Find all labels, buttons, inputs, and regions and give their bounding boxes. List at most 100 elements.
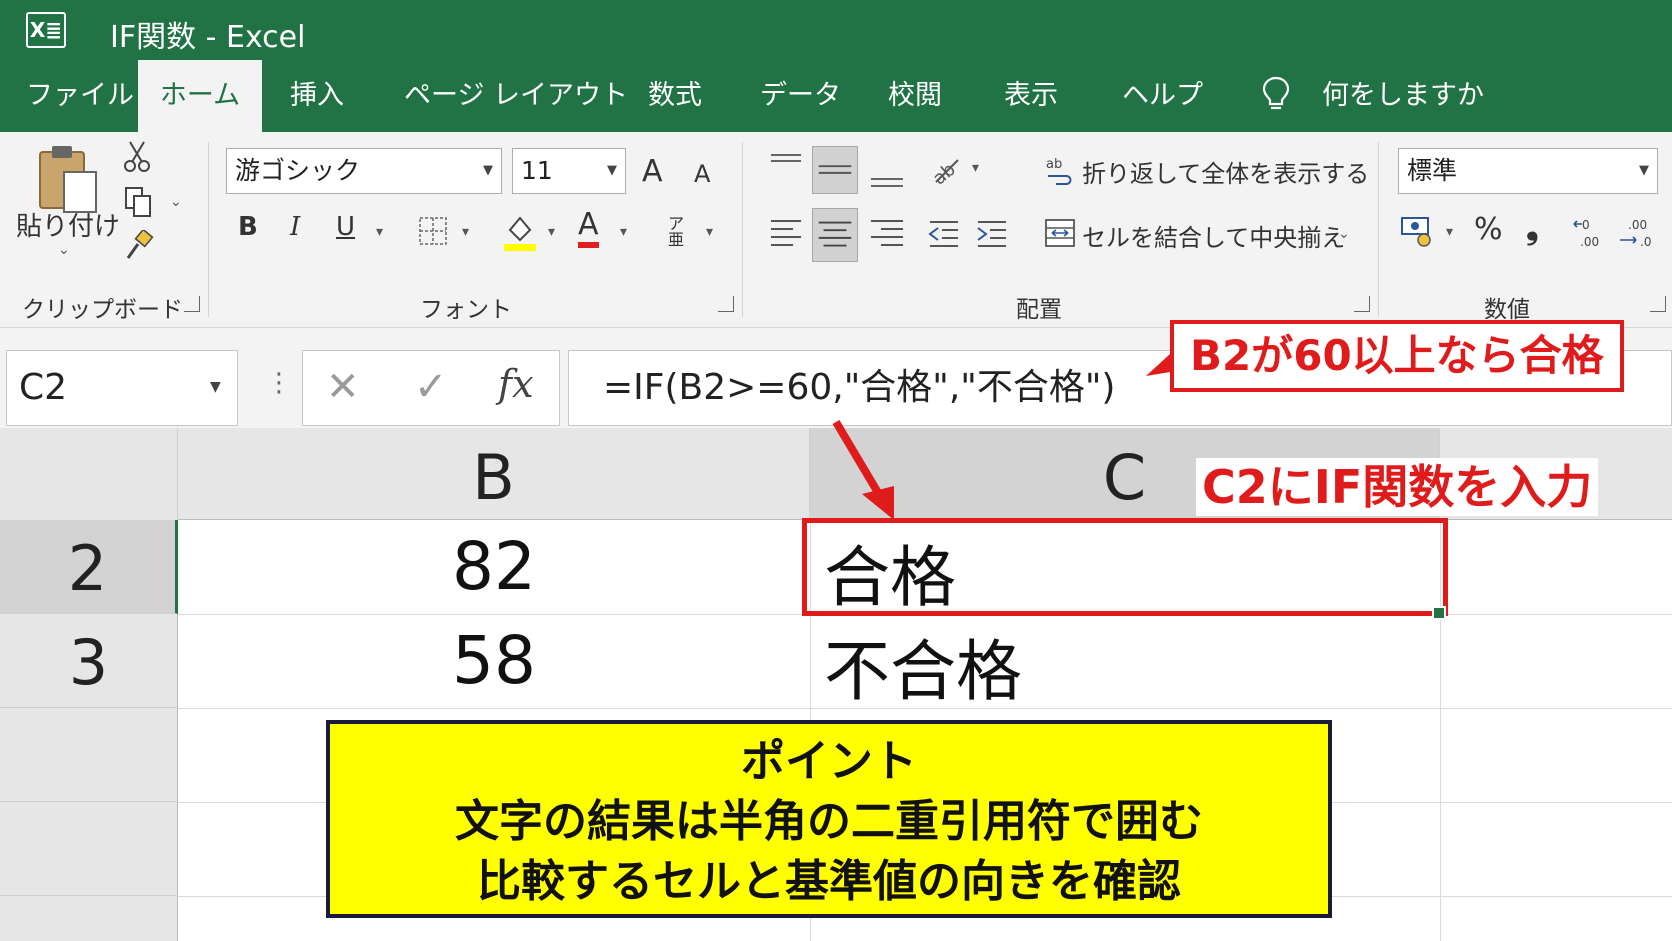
column-header-b[interactable]: B <box>178 428 810 520</box>
font-color-dropdown-icon[interactable]: ▾ <box>620 224 627 240</box>
fill-handle[interactable] <box>1432 606 1446 620</box>
cut-icon[interactable] <box>122 140 152 174</box>
cell-callout: C2にIF関数を入力 <box>1196 458 1599 516</box>
number-format-combo[interactable]: 標準 ▼ <box>1398 148 1658 194</box>
shrink-font-button[interactable]: A <box>694 160 710 188</box>
font-color-button[interactable]: A <box>578 208 599 248</box>
italic-button[interactable]: I <box>290 212 300 242</box>
more-options-icon[interactable]: ⋮ <box>266 368 292 398</box>
accounting-format-icon[interactable] <box>1400 214 1438 250</box>
tab-formulas[interactable]: 数式 <box>636 60 714 132</box>
merge-center-icon[interactable] <box>1044 218 1076 248</box>
group-divider <box>208 142 209 317</box>
align-center-button[interactable] <box>812 208 858 262</box>
underline-button[interactable]: U <box>336 212 355 242</box>
increase-indent-icon[interactable] <box>974 214 1010 254</box>
tab-page-layout[interactable]: ページ レイアウト <box>392 60 640 132</box>
font-name-combo[interactable]: 游ゴシック ▼ <box>226 148 502 194</box>
clipboard-group-label: クリップボード <box>22 297 183 323</box>
clipboard-launcher-icon[interactable] <box>184 296 200 312</box>
alignment-launcher-icon[interactable] <box>1354 296 1370 312</box>
phonetic-dropdown-icon[interactable]: ▾ <box>706 224 713 240</box>
cell-b3[interactable]: 58 <box>178 622 810 699</box>
chevron-down-icon: ▼ <box>483 163 493 178</box>
point-line-1: 文字の結果は半角の二重引用符で囲む <box>455 796 1203 847</box>
fill-color-dropdown-icon[interactable]: ▾ <box>548 224 555 240</box>
merge-center-button[interactable]: セルを結合して中央揃え <box>1082 218 1345 253</box>
percent-style-button[interactable]: % <box>1474 212 1503 247</box>
select-all-corner[interactable] <box>0 428 178 520</box>
row-header-5[interactable] <box>0 802 178 896</box>
tab-data[interactable]: データ <box>748 60 853 132</box>
decrease-decimal-icon[interactable]: .00 .0 <box>1618 216 1656 250</box>
tab-view[interactable]: 表示 <box>992 60 1070 132</box>
tab-help[interactable]: ヘルプ <box>1110 60 1215 132</box>
group-divider <box>742 142 743 317</box>
svg-text:0: 0 <box>1582 218 1590 232</box>
svg-text:ab: ab <box>1046 157 1062 172</box>
lightbulb-icon[interactable] <box>1262 76 1290 112</box>
font-launcher-icon[interactable] <box>718 296 734 312</box>
enter-icon[interactable]: ✓ <box>414 364 448 410</box>
font-group-label: フォント <box>420 297 512 323</box>
merge-dropdown-icon[interactable]: ⌄ <box>1338 226 1350 242</box>
svg-text:.00: .00 <box>1580 235 1599 249</box>
row-header-4[interactable] <box>0 708 178 802</box>
selected-cell-highlight <box>802 518 1448 616</box>
ribbon-home: 貼り付け ⌄ ⌄ クリップボード 游ゴシック ▼ 11 ▼ A A B I U … <box>0 132 1672 328</box>
row-header-3[interactable]: 3 <box>0 614 178 708</box>
paste-dropdown-icon[interactable]: ⌄ <box>58 242 70 258</box>
chevron-down-icon[interactable]: ▼ <box>210 350 221 424</box>
orientation-dropdown-icon[interactable]: ▾ <box>972 160 979 176</box>
row-header-2[interactable]: 2 <box>0 520 178 614</box>
copy-dropdown-icon[interactable]: ⌄ <box>170 194 182 210</box>
accounting-dropdown-icon[interactable]: ▾ <box>1446 224 1453 240</box>
ribbon-tab-bar: ファイル ホーム 挿入 ページ レイアウト 数式 データ 校閲 表示 ヘルプ 何… <box>0 60 1672 132</box>
number-group-label: 数値 <box>1484 297 1530 323</box>
cell-c3[interactable]: 不合格 <box>824 618 1022 714</box>
grow-font-button[interactable]: A <box>642 154 663 189</box>
name-box[interactable]: C2 <box>6 350 238 426</box>
insert-function-icon[interactable]: fx <box>498 362 534 406</box>
comma-style-button[interactable]: ❟ <box>1526 208 1539 247</box>
phonetic-guide-icon[interactable]: ア亜 <box>668 216 684 248</box>
align-right-icon <box>871 220 903 246</box>
font-name-value: 游ゴシック <box>235 156 361 185</box>
row-header-6[interactable] <box>0 896 178 941</box>
point-title: ポイント <box>741 736 917 787</box>
cancel-icon[interactable]: ✕ <box>326 364 360 410</box>
format-painter-icon[interactable] <box>124 230 154 262</box>
copy-icon[interactable] <box>124 186 152 218</box>
decrease-indent-icon[interactable] <box>926 214 962 254</box>
align-top-icon <box>771 154 801 162</box>
cell-b2[interactable]: 82 <box>178 528 810 605</box>
borders-icon[interactable] <box>418 216 448 246</box>
formula-callout: B2が60以上なら合格 <box>1170 320 1624 392</box>
align-bottom-button[interactable] <box>866 146 906 194</box>
tell-me-search[interactable]: 何をしますか <box>1322 60 1484 132</box>
fill-color-icon[interactable] <box>502 212 538 252</box>
align-middle-icon <box>818 165 852 174</box>
align-middle-button[interactable] <box>812 146 858 194</box>
tab-home[interactable]: ホーム <box>138 60 262 132</box>
increase-decimal-icon[interactable]: 0 .00 <box>1572 216 1608 250</box>
align-bottom-icon <box>871 178 903 187</box>
number-launcher-icon[interactable] <box>1650 296 1666 312</box>
align-top-button[interactable] <box>766 146 804 188</box>
tab-file[interactable]: ファイル <box>14 60 146 132</box>
chevron-down-icon: ▼ <box>607 163 617 178</box>
align-right-button[interactable] <box>866 208 906 258</box>
borders-dropdown-icon[interactable]: ▾ <box>462 224 469 240</box>
align-left-button[interactable] <box>766 208 804 258</box>
paste-button[interactable]: 貼り付け <box>16 206 120 243</box>
wrap-text-button[interactable]: 折り返して全体を表示する <box>1082 154 1369 189</box>
align-center-icon <box>818 221 852 247</box>
wrap-text-icon[interactable]: ab <box>1044 154 1074 186</box>
bold-button[interactable]: B <box>238 212 258 242</box>
underline-dropdown-icon[interactable]: ▾ <box>376 224 383 240</box>
tab-review[interactable]: 校閲 <box>876 60 954 132</box>
point-note-box: ポイント 文字の結果は半角の二重引用符で囲む 比較するセルと基準値の向きを確認 <box>326 720 1332 918</box>
tab-insert[interactable]: 挿入 <box>278 60 356 132</box>
orientation-icon[interactable]: ab <box>928 152 962 186</box>
font-size-combo[interactable]: 11 ▼ <box>512 148 626 194</box>
